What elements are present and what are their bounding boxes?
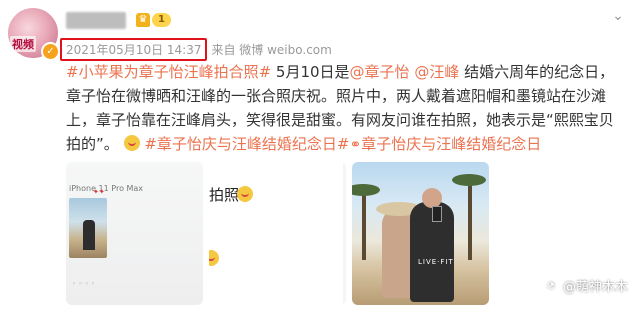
image-grid: iPhone 11 Pro Max ✦✦ ◦ ◦ ◦ ◦ 拍照 LIVE·FIT [66,162,489,305]
post-source: 来自 微博 weibo.com [211,43,332,57]
sticker-icon: ✦✦ [93,188,105,196]
level-badge: 1 [152,13,171,27]
image-thumbnail[interactable]: iPhone 11 Pro Max ✦✦ ◦ ◦ ◦ ◦ [66,162,203,305]
sunglasses-emoji-icon [237,186,253,202]
hashtag-link[interactable]: #章子怡庆与汪峰结婚纪念日# [144,135,349,153]
watermark-logo-icon: ◔ [542,277,559,294]
link-icon[interactable]: ⚭ [349,137,361,153]
palm-frond [452,174,486,186]
image-dots: ◦ ◦ ◦ ◦ [72,280,96,288]
mention-link[interactable]: @汪峰 [414,63,459,81]
topic-link[interactable]: 章子怡庆与汪峰结婚纪念日 [361,135,541,153]
phone-icon [432,206,442,222]
vip-badge[interactable]: ♛ 1 [136,12,171,28]
post-meta: 2021年05月10日 14:37 来自 微博 weibo.com [60,38,332,61]
verified-icon: ✓ [41,42,60,61]
chevron-down-icon[interactable]: ⌄ [610,8,626,24]
image-thumbnail[interactable]: 拍照 [209,162,346,305]
watermark: ◔ @萌神木木 [542,276,628,295]
palm-tree-trunk [468,180,472,260]
post-text: 5月10日是 [271,63,350,81]
palm-tree-trunk [362,190,366,260]
watermark-text: @萌神木木 [562,280,628,295]
post-content: #小苹果为章子怡汪峰拍合照# 5月10日是@章子怡 @汪峰 结婚六周年的纪念日，… [66,60,626,157]
shirt-text: LIVE·FIT [418,258,454,266]
username-blurred[interactable] [66,12,126,29]
image-thumbnail[interactable]: LIVE·FIT [352,162,489,305]
crown-icon: ♛ [136,13,150,27]
timestamp[interactable]: 2021年05月10日 14:37 [60,38,208,61]
palm-frond [352,184,380,196]
image-caption: iPhone 11 Pro Max [69,184,144,193]
screenshot-text: 拍照 [209,186,240,204]
beach-photo-thumbnail [69,198,107,258]
hashtag-link[interactable]: #小苹果为章子怡汪峰拍合照# [66,63,271,81]
smile-emoji-icon [123,135,140,151]
mention-link[interactable]: @章子怡 [350,63,410,81]
avatar-label: 视频 [10,36,36,52]
